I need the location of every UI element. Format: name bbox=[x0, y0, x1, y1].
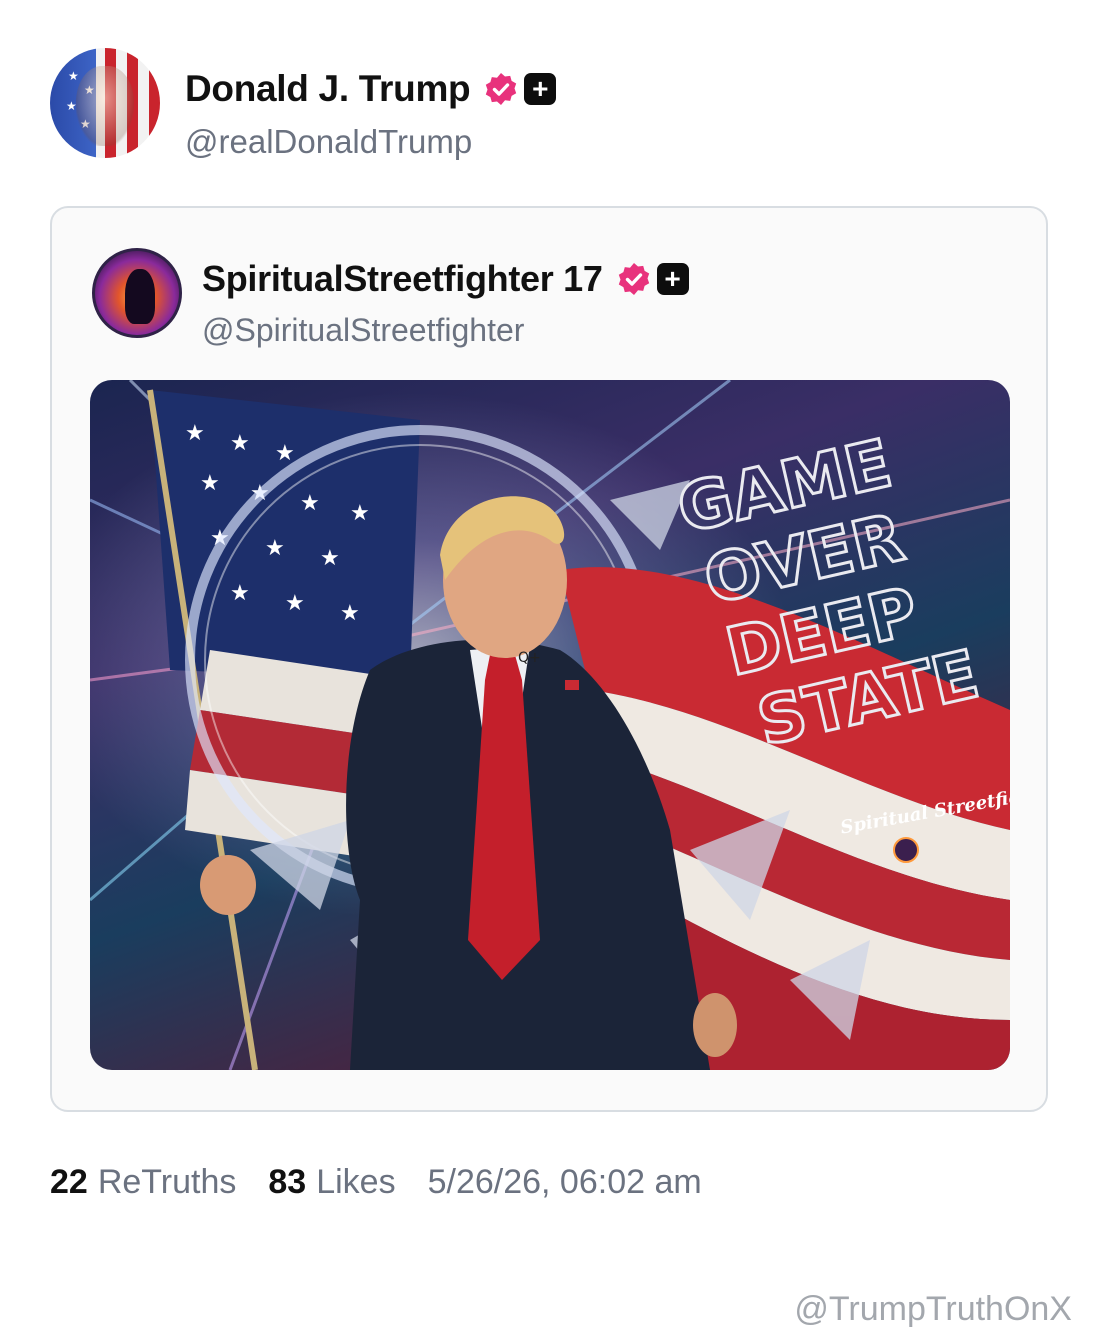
svg-text:★: ★ bbox=[350, 501, 370, 526]
author-name-row: Donald J. Trump + bbox=[185, 68, 557, 110]
likes-stat[interactable]: 83 Likes bbox=[268, 1163, 395, 1202]
svg-text:★: ★ bbox=[275, 441, 295, 466]
author-display-name[interactable]: Donald J. Trump bbox=[185, 68, 471, 110]
follow-plus-icon[interactable]: + bbox=[524, 73, 557, 105]
quoted-author-handle[interactable]: @SpiritualStreetfighter bbox=[202, 312, 524, 349]
svg-text:★: ★ bbox=[320, 546, 340, 571]
post-image-artwork: ★ ★ ★ ★ ★ ★ ★ ★ ★ ★ ★ ★ ★ Q+ GAME OVER D… bbox=[90, 380, 1010, 1070]
svg-text:★: ★ bbox=[265, 536, 285, 561]
likes-label: Likes bbox=[316, 1163, 396, 1201]
svg-text:★: ★ bbox=[200, 471, 220, 496]
verified-badge-icon bbox=[486, 73, 517, 105]
post-author-header: ★ ★ ★ ★ Donald J. Trump + @realDonaldTru… bbox=[50, 48, 1050, 163]
retruths-label: ReTruths bbox=[97, 1163, 237, 1201]
quoted-post-card[interactable]: SpiritualStreetfighter 17 + @SpiritualSt… bbox=[50, 206, 1048, 1112]
likes-count: 83 bbox=[268, 1163, 307, 1201]
svg-text:★: ★ bbox=[230, 431, 250, 456]
author-avatar[interactable]: ★ ★ ★ ★ bbox=[50, 48, 160, 158]
quoted-author-name-row: SpiritualStreetfighter 17 + bbox=[202, 258, 689, 300]
author-handle[interactable]: @realDonaldTrump bbox=[185, 123, 472, 161]
svg-text:★: ★ bbox=[230, 581, 250, 606]
svg-text:★: ★ bbox=[300, 491, 320, 516]
post-stats-row: 22 ReTruths 83 Likes 5/26/26, 06:02 am bbox=[50, 1163, 702, 1202]
verified-badge-icon bbox=[618, 263, 649, 295]
svg-text:★: ★ bbox=[185, 421, 205, 446]
post-image[interactable]: ★ ★ ★ ★ ★ ★ ★ ★ ★ ★ ★ ★ ★ Q+ GAME OVER D… bbox=[90, 380, 1010, 1070]
watermark-handle: @TrumpTruthOnX bbox=[794, 1290, 1072, 1328]
retruths-stat[interactable]: 22 ReTruths bbox=[50, 1163, 236, 1202]
svg-text:★: ★ bbox=[340, 601, 360, 626]
pin-text: Q+ bbox=[518, 650, 541, 666]
quoted-author-display-name[interactable]: SpiritualStreetfighter 17 bbox=[202, 258, 603, 300]
svg-text:★: ★ bbox=[285, 591, 305, 616]
follow-plus-icon[interactable]: + bbox=[656, 263, 689, 295]
quoted-author-avatar[interactable] bbox=[92, 248, 182, 338]
retruths-count: 22 bbox=[50, 1163, 88, 1201]
post-timestamp[interactable]: 5/26/26, 06:02 am bbox=[428, 1163, 702, 1202]
